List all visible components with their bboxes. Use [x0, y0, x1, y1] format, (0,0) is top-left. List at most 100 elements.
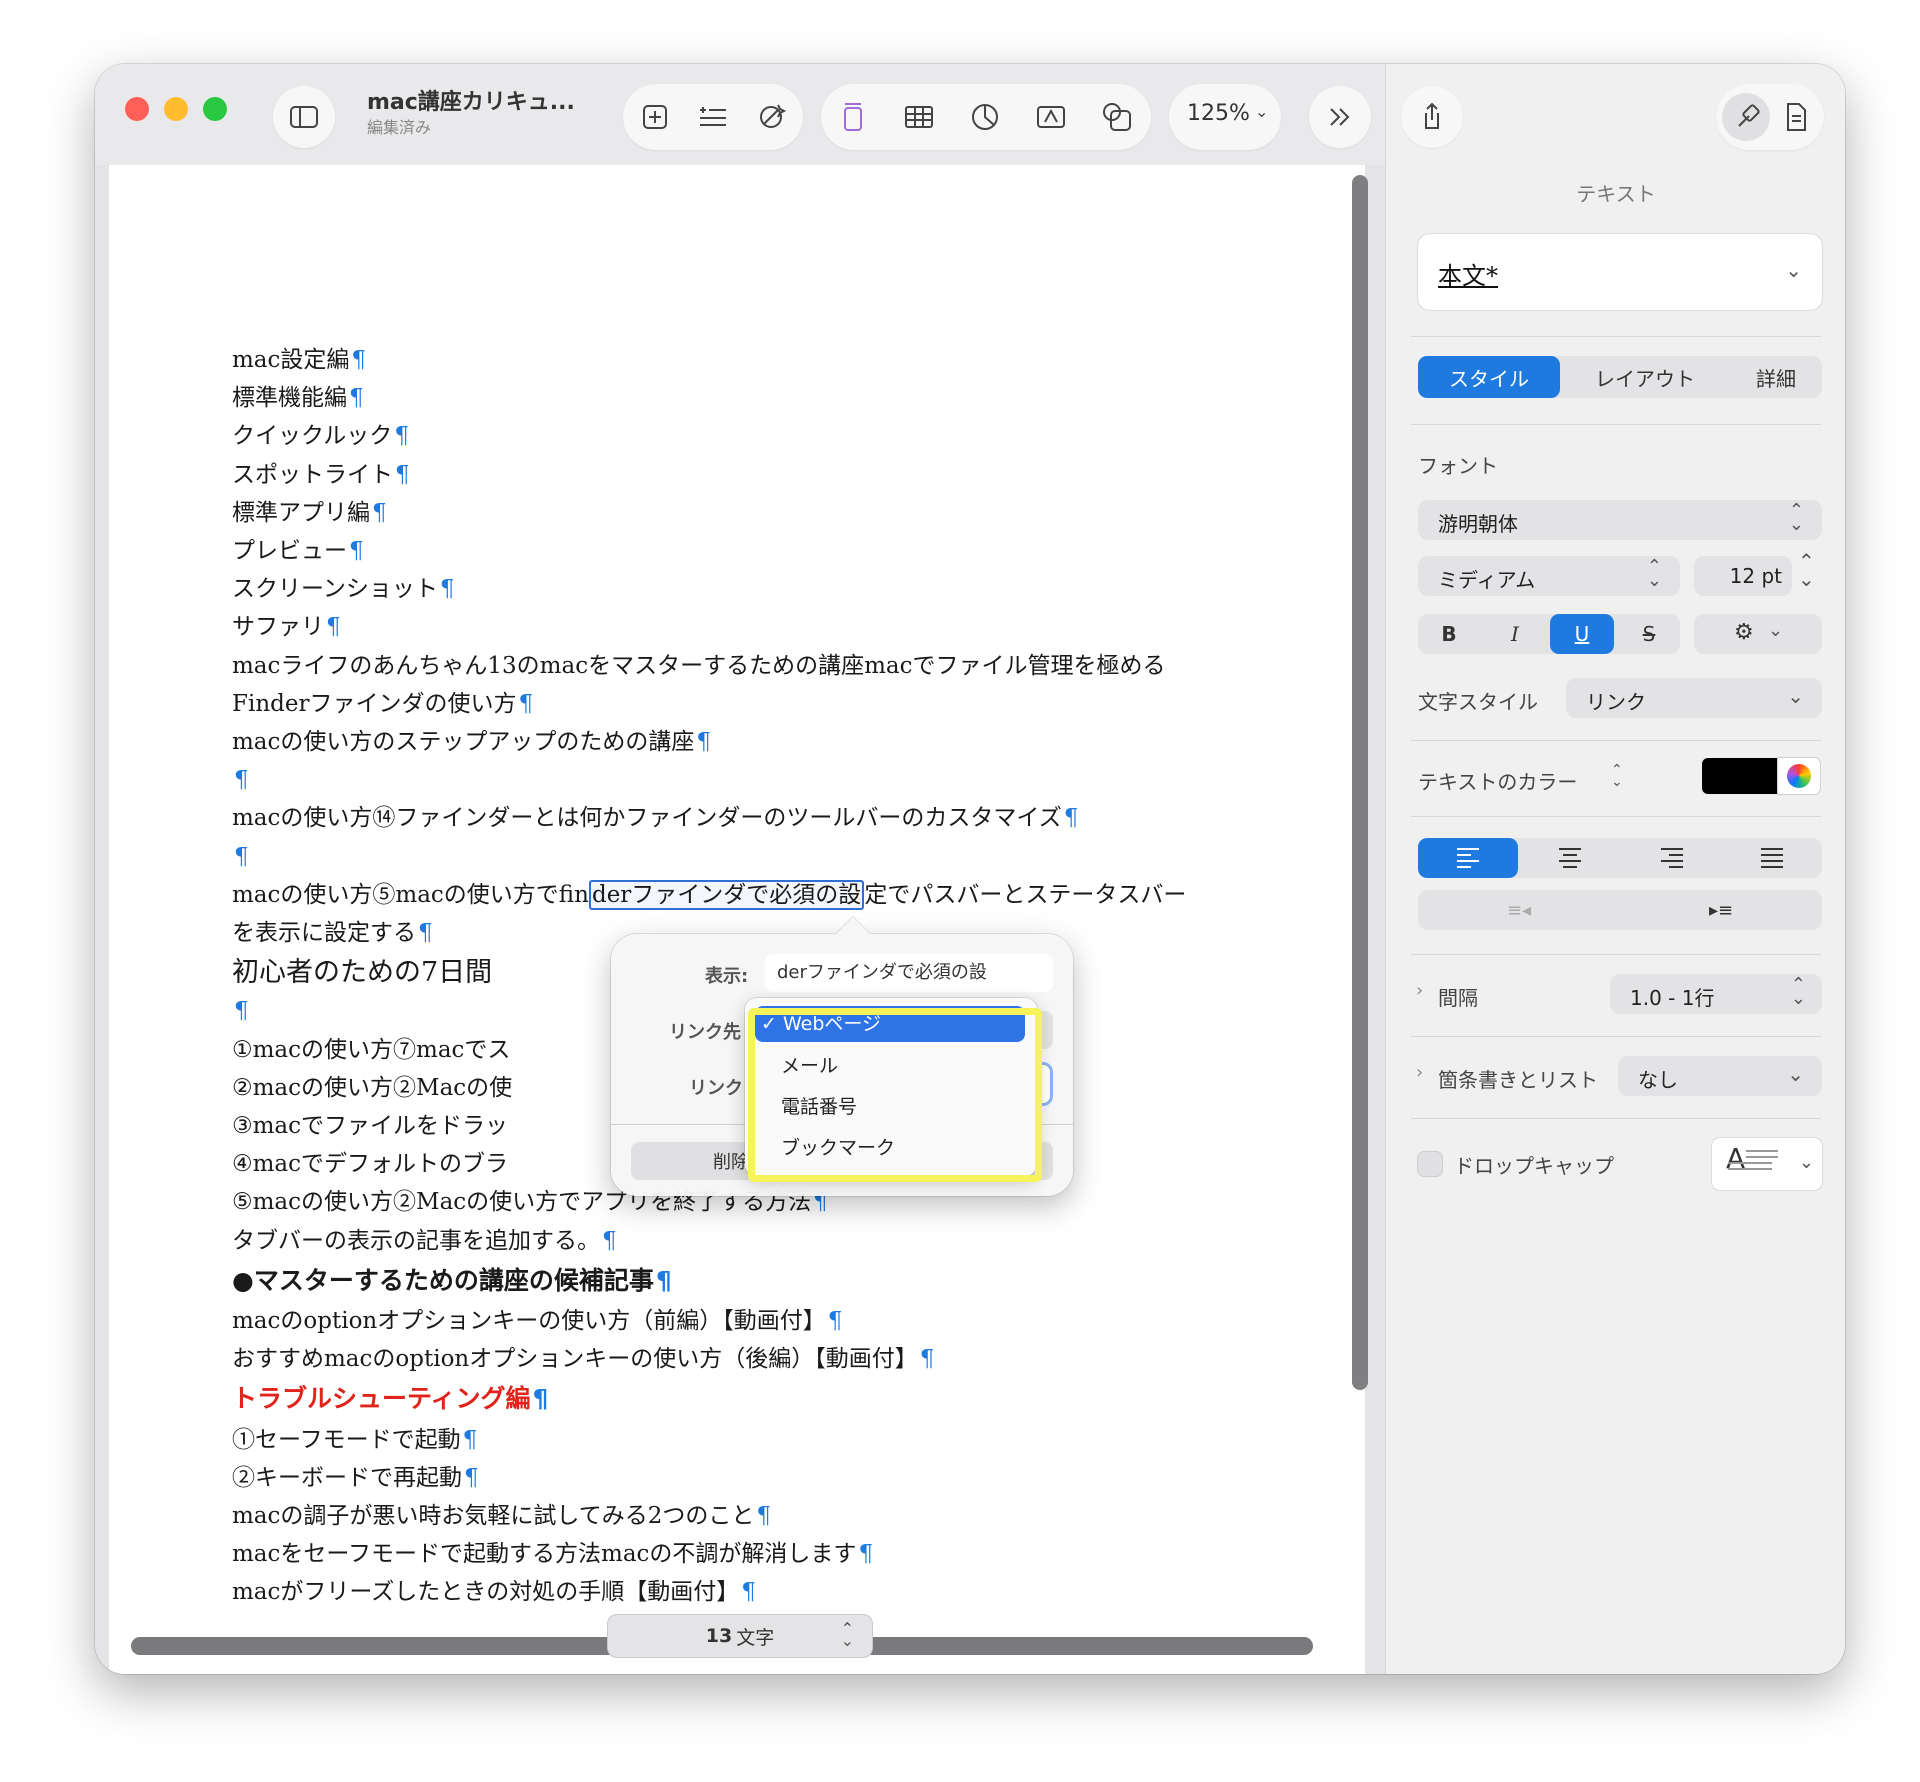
text-line[interactable]: macをセーフモードで起動する方法macの不調が解消します¶ [232, 1539, 873, 1569]
line-text: 初心者のための7日間 [232, 957, 493, 989]
strikethrough-button[interactable]: S [1618, 614, 1680, 654]
text-line[interactable]: macライフのあんちゃん13のmacをマスターするための講座macでファイル管理… [232, 651, 1165, 681]
tab-style[interactable]: スタイル [1418, 356, 1560, 398]
italic-button[interactable]: I [1484, 614, 1546, 654]
delete-link-label: 削除 [713, 1152, 749, 1173]
line-text: ③macでファイルをドラッ [232, 1113, 509, 1139]
divider [1411, 1036, 1821, 1037]
text-line[interactable]: タブバーの表示の記事を追加する。¶ [232, 1226, 617, 1256]
text-line[interactable]: おすすめmacのoptionオプションキーの使い方（後編）【動画付】¶ [232, 1344, 934, 1374]
selected-link-text[interactable]: derファインダで必須の設 [588, 879, 865, 910]
line-text: macの調子が悪い時お気軽に試してみる2つのこと [232, 1503, 755, 1529]
font-size-field[interactable]: 12 pt [1694, 556, 1792, 596]
decrease-indent-icon[interactable]: ≡◂ [1418, 890, 1620, 930]
zoom-window-button[interactable] [203, 97, 227, 121]
pilcrow-mark: ¶ [827, 1308, 843, 1334]
character-style-select[interactable]: リンク ⌄ [1566, 678, 1822, 718]
text-line[interactable]: 標準機能編¶ [232, 383, 364, 413]
text-line[interactable]: ②macの使い方②Macの使 [232, 1073, 512, 1103]
heading-line[interactable]: ●マスターするための講座の候補記事¶ [232, 1266, 672, 1296]
heading-line[interactable]: 初心者のための7日間 [232, 958, 492, 988]
disclosure-chevron-icon[interactable]: › [1416, 980, 1423, 1001]
text-line[interactable]: 標準アプリ編¶ [232, 498, 387, 528]
align-right-button[interactable] [1622, 838, 1722, 878]
chart-icon[interactable] [961, 93, 1009, 141]
document-title: mac講座カリキュ... [367, 90, 575, 115]
line-text: ②キーボードで再起動 [232, 1464, 462, 1491]
align-center-button[interactable] [1520, 838, 1620, 878]
tab-layout[interactable]: レイアウト [1560, 356, 1730, 398]
spacing-select[interactable]: 1.0 - 1行 ⌃ ⌄ [1610, 974, 1822, 1014]
dropcap-checkbox[interactable] [1418, 1152, 1442, 1176]
format-brush-icon[interactable] [1722, 93, 1770, 141]
text-line[interactable]: mac設定編¶ [232, 345, 366, 375]
more-tools-button[interactable] [1309, 86, 1371, 148]
text-line[interactable]: を表示に設定する¶ [232, 918, 433, 948]
document-icon[interactable] [1772, 93, 1820, 141]
dropcap-style-select[interactable]: A ⌄ [1712, 1138, 1822, 1190]
textbox-a-icon[interactable] [1027, 93, 1075, 141]
text-line[interactable]: ②キーボードで再起動¶ [232, 1463, 479, 1493]
font-size-stepper-icon[interactable]: ⌃ ⌄ [1798, 551, 1815, 589]
text-line[interactable]: クイックルック¶ [232, 421, 409, 451]
font-family-select[interactable]: 游明朝体 ⌃ ⌄ [1418, 500, 1822, 540]
text-color-well[interactable] [1702, 758, 1778, 794]
add-page-icon[interactable] [631, 93, 679, 141]
sparkle-icon[interactable] [747, 93, 795, 141]
text-line[interactable]: ¶ [232, 996, 249, 1026]
close-window-button[interactable] [125, 97, 149, 121]
shape-icon[interactable] [1093, 93, 1141, 141]
pilcrow-mark: ¶ [518, 690, 534, 717]
text-line[interactable]: macの調子が悪い時お気軽に試してみる2つのこと¶ [232, 1501, 771, 1531]
minimize-window-button[interactable] [164, 97, 188, 121]
share-button[interactable] [1401, 86, 1463, 148]
text-line[interactable]: サファリ¶ [232, 612, 341, 642]
display-text-field[interactable]: derファインダで必須の設 [765, 954, 1053, 992]
zoom-menu[interactable]: 125% ⌄ [1169, 84, 1281, 150]
document-page[interactable]: mac設定編¶ 標準機能編¶ クイックルック¶ スポットライト¶ 標準アプリ編¶ プレビュ… [109, 165, 1365, 1674]
link-to-label: リンク先 [669, 1022, 741, 1043]
sidebar-toggle-button[interactable] [273, 86, 335, 148]
text-line[interactable]: ¶ [232, 842, 249, 872]
paragraph-style-picker[interactable]: 本文* ⌄ [1418, 234, 1822, 310]
text-line[interactable]: ③macでファイルをドラッ [232, 1111, 508, 1141]
disclosure-chevron-icon[interactable]: › [1416, 1062, 1423, 1083]
bullets-select[interactable]: なし ⌄ [1618, 1056, 1822, 1096]
vertical-scrollbar[interactable] [1352, 175, 1368, 1390]
heading-line[interactable]: トラブルシューティング編¶ [232, 1384, 548, 1414]
align-left-button[interactable] [1418, 838, 1518, 878]
color-wheel-icon [1787, 764, 1811, 788]
text-line-with-selection[interactable]: macの使い方⑤macの使い方でfin derファインダで必須の設 定でパスバーとス… [232, 879, 1186, 910]
font-size-value: 12 pt [1729, 564, 1782, 588]
font-weight-select[interactable]: ミディアム ⌃ ⌄ [1418, 556, 1680, 596]
text-line[interactable]: ④macでデフォルトのブラ [232, 1149, 508, 1179]
inspector-title: テキスト [1576, 182, 1656, 206]
bold-button[interactable]: B [1418, 614, 1480, 654]
text-line[interactable]: スクリーンショット¶ [232, 574, 455, 604]
object-group [821, 84, 1151, 150]
text-options-button[interactable]: ⚙ ⌄ [1694, 614, 1822, 654]
text-line[interactable]: スポットライト¶ [232, 460, 410, 490]
text-line[interactable]: ①macの使い方⑦macでス [232, 1035, 510, 1065]
justify-button[interactable] [1722, 838, 1822, 878]
text-line[interactable]: ¶ [232, 765, 249, 795]
table-icon[interactable] [895, 93, 943, 141]
text-line[interactable]: ①セーフモードで起動¶ [232, 1425, 477, 1455]
text-line[interactable]: Finderファインダの使い方¶ [232, 689, 533, 719]
text-line[interactable]: macがフリーズしたときの対処の手順【動画付】¶ [232, 1577, 756, 1607]
text-box-icon[interactable] [829, 93, 877, 141]
updown-chevron-icon[interactable]: ⌃ ⌄ [1611, 763, 1623, 789]
text-line[interactable]: macのoptionオプションキーの使い方（前編）【動画付】¶ [232, 1306, 842, 1336]
pilcrow-mark: ¶ [1063, 805, 1079, 832]
pilcrow-mark: ¶ [349, 538, 364, 564]
text-line[interactable]: macの使い方のステップアップのための講座¶ [232, 727, 711, 757]
line-text: macの使い方のステップアップのための講座 [232, 729, 695, 755]
bullet-list-icon[interactable] [689, 93, 737, 141]
increase-indent-icon[interactable]: ▸≡ [1620, 890, 1822, 930]
tab-more[interactable]: 詳細 [1730, 356, 1822, 398]
underline-button[interactable]: U [1550, 614, 1614, 654]
text-line[interactable]: macの使い方⑭ファインダーとは何かファインダーのツールバーのカスタマイズ¶ [232, 803, 1078, 833]
color-picker-button[interactable] [1778, 758, 1820, 794]
text-line[interactable]: プレビュー¶ [232, 536, 364, 566]
word-count-control[interactable]: 13 文字 ⌃ ⌄ [607, 1614, 873, 1658]
